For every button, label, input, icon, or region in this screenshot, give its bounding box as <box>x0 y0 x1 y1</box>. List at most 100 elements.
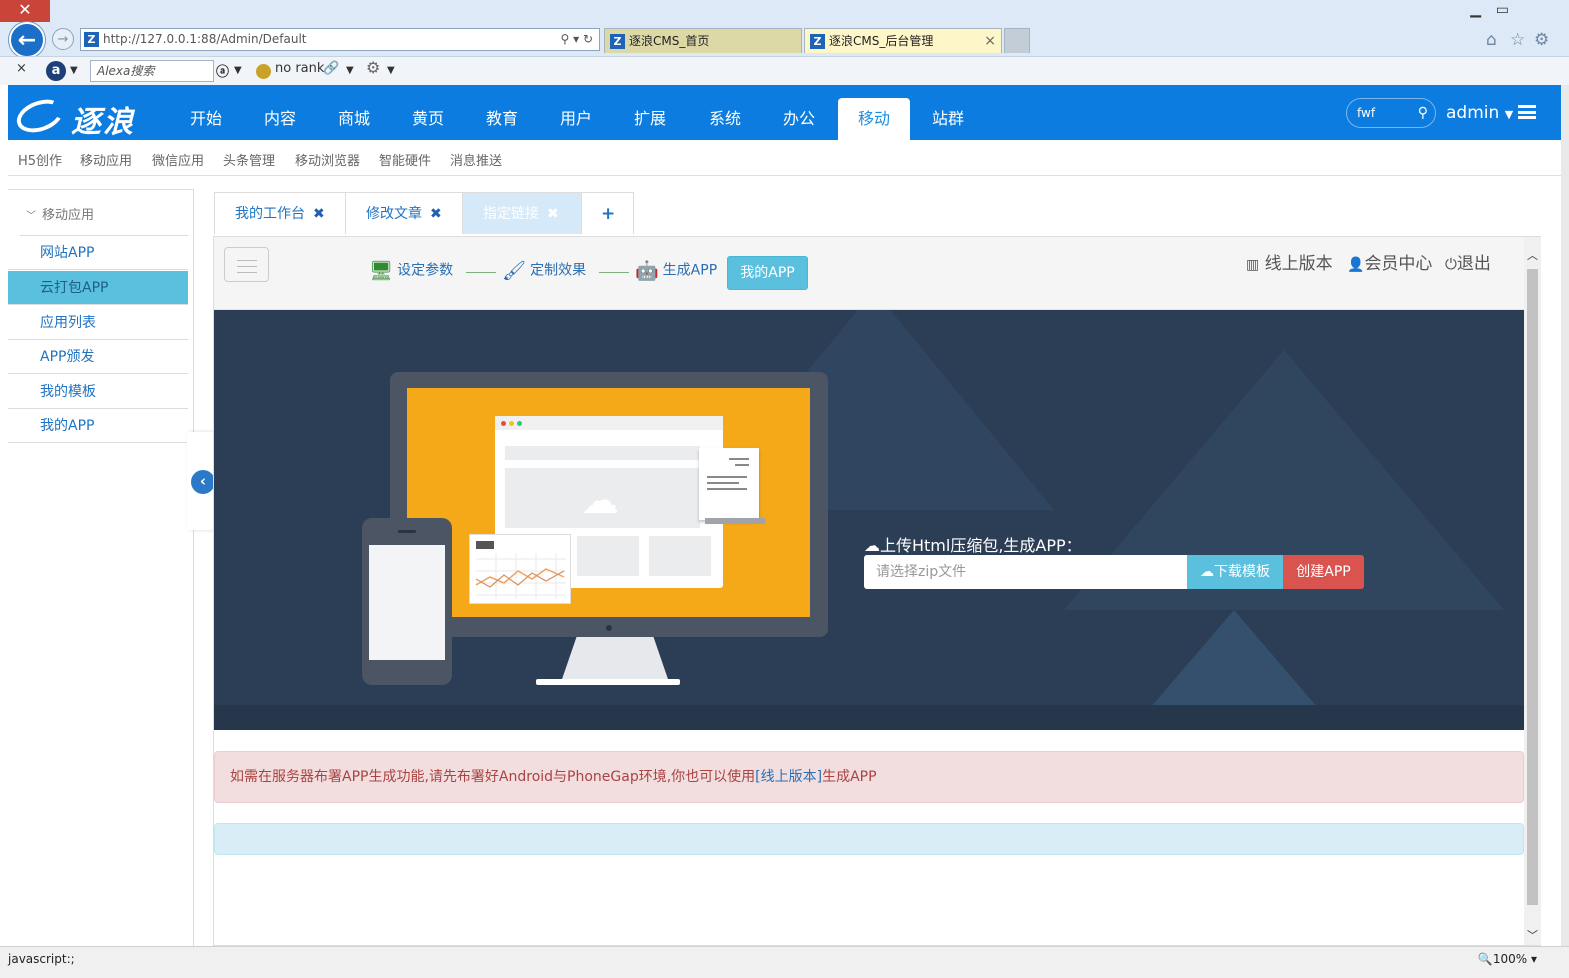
nav-shop[interactable]: 商城 <box>322 85 386 140</box>
subnav-mobile-apps[interactable]: 移动应用 <box>80 150 132 169</box>
favorites-star-icon[interactable]: ☆ <box>1510 30 1525 50</box>
dropdown-arrow-icon[interactable]: ▼ <box>346 65 354 76</box>
scroll-down-icon[interactable]: ﹀ <box>1527 927 1538 943</box>
button-label: 下载模板 <box>1214 564 1270 580</box>
vertical-scrollbar[interactable]: ︿ ﹀ <box>1524 237 1541 945</box>
sidebar-item-site-app[interactable]: 网站APP <box>8 236 188 270</box>
user-menu[interactable]: admin ▼ <box>1446 103 1513 123</box>
link-icon[interactable]: 🔗 <box>323 61 339 76</box>
sidebar-item-my-app[interactable]: 我的APP <box>8 409 188 443</box>
alexa-logo-icon[interactable]: a <box>46 61 66 81</box>
alert-text-end: 生成APP <box>822 769 877 785</box>
maximize-icon[interactable]: ▭ <box>1496 2 1509 18</box>
subnav-headlines[interactable]: 头条管理 <box>223 150 275 169</box>
nav-office[interactable]: 办公 <box>767 85 831 140</box>
monitor-illustration: ☁ <box>390 372 828 637</box>
close-icon[interactable]: ✖ <box>430 206 442 222</box>
sidebar-item-app-issue[interactable]: APP颁发 <box>8 340 188 374</box>
subnav-h5[interactable]: H5创作 <box>18 150 62 169</box>
sidebar-item-app-list[interactable]: 应用列表 <box>8 306 188 340</box>
tab-specified-link[interactable]: 指定链接 ✖ <box>462 192 582 234</box>
close-tab-icon[interactable]: × <box>984 29 996 53</box>
zoom-icon: 🔍 <box>1477 952 1493 966</box>
tab-favicon-icon: Z <box>610 34 625 49</box>
tab-label: 修改文章 <box>366 206 422 222</box>
toggle-menu-button[interactable] <box>224 247 269 282</box>
sidebar: ﹀ 移动应用 网站APP 云打包APP 应用列表 APP颁发 我的模板 我的APP <box>8 189 194 946</box>
sidebar-section-header[interactable]: ﹀ 移动应用 <box>20 190 188 236</box>
nav-education[interactable]: 教育 <box>470 85 534 140</box>
tab-label: 逐浪CMS_首页 <box>629 34 710 48</box>
window-close-icon[interactable]: ✕ <box>0 0 50 22</box>
dropdown-arrow-icon[interactable]: ▼ <box>70 65 78 76</box>
sidebar-item-my-templates[interactable]: 我的模板 <box>8 375 188 409</box>
online-version-inline-link[interactable]: [线上版本] <box>755 769 822 785</box>
subnav-smart-hardware[interactable]: 智能硬件 <box>379 150 431 169</box>
forward-arrow-icon[interactable]: → <box>52 28 74 50</box>
step-connector <box>599 272 629 273</box>
hamburger-menu-icon[interactable] <box>1518 105 1536 119</box>
create-app-button[interactable]: 创建APP <box>1283 555 1364 589</box>
alexa-search-input[interactable]: Alexa搜索 <box>90 60 214 82</box>
alert-text: 如需在服务器布署APP生成功能,请先布署好Android与PhoneGap环境,… <box>230 769 756 785</box>
sidebar-item-cloud-pack-app[interactable]: 云打包APP <box>8 271 188 305</box>
nav-users[interactable]: 用户 <box>544 85 608 140</box>
header-search-value: fwf <box>1357 106 1376 120</box>
add-tab-button[interactable]: + <box>581 192 634 234</box>
minimize-icon[interactable]: ▁ <box>1470 2 1481 18</box>
close-icon[interactable]: ✖ <box>547 206 559 222</box>
browser-chrome: ← → Z http://127.0.0.1:88/Admin/Default … <box>0 0 1569 85</box>
alexa-go-icon[interactable]: ⓐ <box>216 61 229 80</box>
scrollbar-thumb[interactable] <box>1527 269 1538 905</box>
step-set-params[interactable]: 🖥 设定参数 <box>369 259 453 282</box>
tab-workbench[interactable]: 我的工作台 ✖ <box>214 192 346 234</box>
close-icon[interactable]: ✖ <box>313 206 325 222</box>
nav-mobile[interactable]: 移动 <box>838 98 910 140</box>
chevron-left-icon[interactable]: ‹ <box>191 470 215 494</box>
home-icon[interactable]: ⌂ <box>1486 30 1497 50</box>
step-label: 定制效果 <box>530 262 587 279</box>
nav-content[interactable]: 内容 <box>248 85 312 140</box>
nav-yellowpages[interactable]: 黄页 <box>396 85 460 140</box>
step-generate[interactable]: 🤖 生成APP <box>635 259 717 282</box>
zip-file-input[interactable]: 请选择zip文件 <box>864 555 1187 589</box>
subnav-push[interactable]: 消息推送 <box>450 150 502 169</box>
browser-tab-home[interactable]: Z 逐浪CMS_首页 <box>604 28 802 53</box>
rank-text: no rank <box>275 61 325 76</box>
my-app-button[interactable]: 我的APP <box>727 256 808 290</box>
new-tab-button[interactable] <box>1004 28 1030 53</box>
nav-system[interactable]: 系统 <box>693 85 757 140</box>
nav-sitegroup[interactable]: 站群 <box>916 85 980 140</box>
settings-gear-icon[interactable]: ⚙ <box>1534 30 1549 50</box>
upload-title: ☁上传Html压缩包,生成APP： <box>864 532 1082 556</box>
nav-extend[interactable]: 扩展 <box>618 85 682 140</box>
info-panel <box>214 823 1524 855</box>
zoom-value: 100% <box>1492 952 1528 966</box>
address-tools-icon[interactable]: ⚲ ▾ ↻ <box>561 29 594 50</box>
online-version-link[interactable]: ▥ 线上版本 <box>1246 249 1333 274</box>
header-search-input[interactable]: fwf ⚲ <box>1346 98 1436 128</box>
tools-gear-icon[interactable]: ⚙ <box>366 58 380 77</box>
browser-tab-admin[interactable]: Z 逐浪CMS_后台管理 × <box>804 28 1002 53</box>
address-url[interactable]: http://127.0.0.1:88/Admin/Default <box>103 32 307 46</box>
download-template-button[interactable]: ☁下载模板 <box>1187 555 1283 589</box>
subnav-mobile-browser[interactable]: 移动浏览器 <box>295 150 360 169</box>
subnav-wechat[interactable]: 微信应用 <box>152 150 204 169</box>
logo[interactable]: 逐浪 <box>12 93 146 140</box>
search-icon[interactable]: ⚲ <box>1418 99 1428 127</box>
step-customize[interactable]: 🖌 定制效果 <box>502 259 586 282</box>
address-bar[interactable]: Z http://127.0.0.1:88/Admin/Default ⚲ ▾ … <box>80 28 600 51</box>
zoom-level[interactable]: 🔍100% ▾ <box>1478 952 1537 966</box>
close-toolbar-icon[interactable]: × <box>16 61 27 76</box>
member-center-link[interactable]: 👤会员中心 <box>1347 249 1432 274</box>
tab-edit-article[interactable]: 修改文章 ✖ <box>345 192 463 234</box>
scroll-up-icon[interactable]: ︿ <box>1527 247 1538 263</box>
logout-link[interactable]: ⏻退出 <box>1445 249 1491 274</box>
nav-start[interactable]: 开始 <box>174 85 238 140</box>
environment-alert: 如需在服务器布署APP生成功能,请先布署好Android与PhoneGap环境,… <box>214 751 1524 803</box>
user-name: admin <box>1446 103 1500 123</box>
dropdown-arrow-icon[interactable]: ▼ <box>387 65 395 76</box>
dropdown-arrow-icon[interactable]: ▼ <box>234 65 242 76</box>
window-scrollbar[interactable] <box>1561 85 1569 946</box>
back-arrow-icon[interactable]: ← <box>9 22 45 58</box>
